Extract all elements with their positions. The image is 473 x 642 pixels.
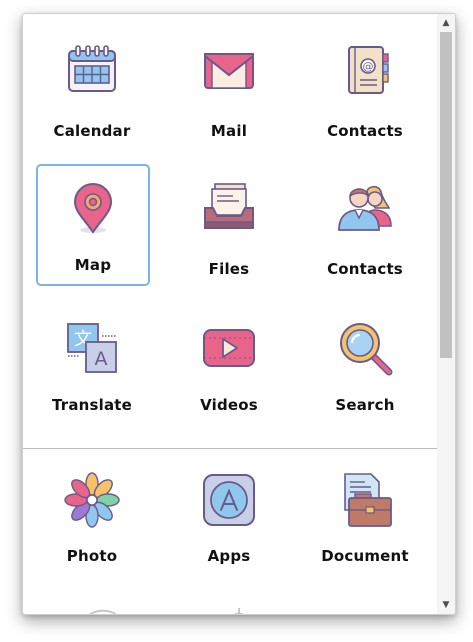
photo-flower-icon [64, 472, 120, 528]
app-label-contacts: Contacts [327, 260, 403, 278]
app-tile-document[interactable]: Document [308, 460, 422, 582]
app-tile-videos[interactable]: Videos [172, 308, 286, 430]
mail-icon [204, 53, 254, 89]
app-tile-apps[interactable]: Apps [172, 460, 286, 582]
app-tile-mail[interactable]: Mail [172, 26, 286, 148]
svg-text:@: @ [363, 60, 374, 73]
scroll-thumb[interactable] [440, 32, 452, 358]
file-tray-icon [204, 183, 254, 229]
app-label-search: Search [335, 396, 395, 414]
magnifier-icon [340, 323, 393, 376]
calendar-icon [68, 45, 116, 92]
app-tile-contacts-people[interactable]: Contacts [308, 166, 422, 288]
map-pin-icon [73, 183, 113, 234]
app-label-map: Map [74, 256, 112, 274]
scroll-up-arrow[interactable]: ▲ [437, 15, 455, 31]
address-book-icon: @ [348, 46, 389, 94]
app-tile-search[interactable]: Search [308, 308, 422, 430]
app-label-files: Files [208, 260, 250, 278]
app-label-contacts: Contacts [327, 122, 403, 140]
app-label-apps: Apps [207, 547, 251, 565]
app-tile-calendar[interactable]: Calendar [35, 26, 149, 148]
app-grid: Calendar Mail @ Contacts Map Files Conta… [23, 14, 437, 614]
app-label-calendar: Calendar [53, 122, 131, 140]
app-tile-map[interactable]: Map [36, 164, 150, 286]
partial-icon [235, 608, 243, 614]
scroll-down-arrow[interactable]: ▼ [437, 597, 455, 613]
app-label-photo: Photo [66, 547, 118, 565]
app-tile-files[interactable]: Files [172, 166, 286, 288]
app-tile-photo[interactable]: Photo [35, 460, 149, 582]
app-label-document: Document [321, 547, 409, 565]
app-label-videos: Videos [200, 396, 258, 414]
translate-icon: 文 A [67, 323, 117, 373]
app-label-mail: Mail [210, 122, 248, 140]
app-store-icon [203, 474, 255, 526]
section-divider [23, 448, 437, 449]
app-tile-contacts-book[interactable]: @ Contacts [308, 26, 422, 148]
vertical-scrollbar[interactable]: ▲ ▼ [437, 14, 455, 614]
app-tile-translate[interactable]: 文 A Translate [35, 308, 149, 430]
document-briefcase-icon [344, 473, 392, 527]
video-play-icon [203, 329, 255, 367]
app-label-translate: Translate [51, 396, 133, 414]
people-icon [338, 185, 392, 231]
partial-icon [89, 609, 117, 614]
svg-text:A: A [95, 348, 108, 370]
app-launcher-panel: Calendar Mail @ Contacts Map Files Conta… [22, 13, 456, 615]
